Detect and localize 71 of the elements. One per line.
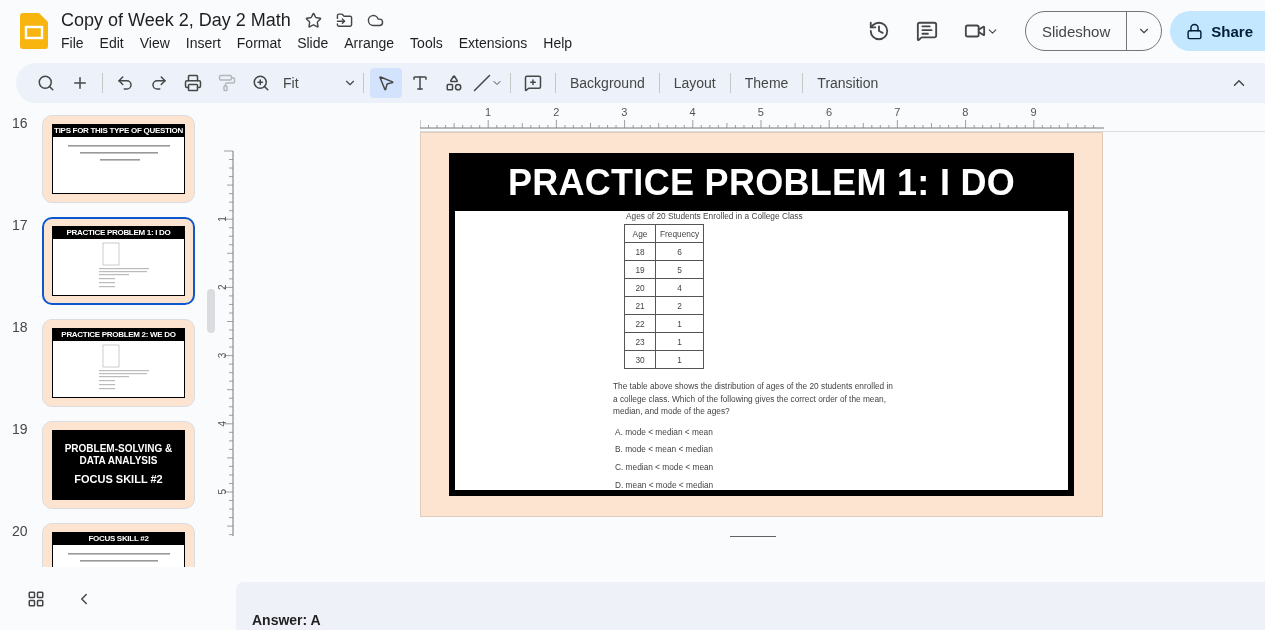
lock-icon (1186, 22, 1204, 40)
menu-item[interactable]: Tools (402, 34, 451, 52)
slide-number: 16 (11, 115, 29, 131)
thumbnail-title: FOCUS SKILL #2 (73, 473, 164, 487)
thumbnail-title: PROBLEM-SOLVING & DATA ANALYSIS (63, 443, 174, 468)
menu-item[interactable]: Slide (289, 34, 337, 52)
history-icon[interactable] (867, 20, 890, 42)
slide-number: 18 (11, 319, 29, 335)
table-caption: Ages of 20 Students Enrolled in a College Class (625, 211, 804, 223)
document-title[interactable]: Copy of Week 2, Day 2 Math (61, 10, 291, 31)
slide-thumbnail[interactable]: PROBLEM-SOLVING & DATA ANALYSIS FOCUS SKILL #2 (42, 421, 195, 509)
table-cell: 23 (624, 332, 656, 351)
table-cell: 18 (624, 242, 656, 261)
table-cell: 20 (624, 278, 656, 297)
table-cell: 6 (655, 242, 704, 261)
table-header: Age (624, 224, 656, 243)
table-cell: 19 (624, 260, 656, 279)
menu-item[interactable]: Arrange (336, 34, 403, 52)
folder-icon[interactable] (335, 12, 353, 29)
slide-number: 17 (11, 217, 29, 233)
table-header: Frequency (655, 224, 704, 243)
thumbnail-title: PRACTICE PROBLEM 2: WE DO (53, 329, 184, 341)
slide-number: 19 (11, 421, 29, 437)
thumbnail-title: TIPS FOR THIS TYPE OF QUESTION (53, 125, 184, 137)
thumbnail-title: PRACTICE PROBLEM 1: I DO (53, 227, 184, 239)
slide-thumbnail[interactable]: FOCUS SKILL #2 (42, 523, 195, 567)
resize-handle[interactable] (730, 536, 776, 537)
menu-item[interactable]: Format (228, 34, 290, 52)
toolbar-button[interactable]: Transition (809, 71, 887, 95)
table-cell: 30 (624, 350, 656, 369)
cloud-icon[interactable] (366, 12, 384, 29)
menu-item[interactable]: Edit (91, 34, 132, 52)
menu-item[interactable]: File (53, 34, 92, 52)
slide-thumbnail[interactable]: PRACTICE PROBLEM 1: I DO (42, 217, 195, 305)
horizontal-ruler: 1 2 3 4 5 6 7 8 9 (420, 103, 1104, 131)
toolbar-button[interactable]: Theme (736, 71, 797, 95)
speaker-notes[interactable]: Answer: A (236, 582, 1265, 630)
toolbar-button[interactable]: Background (562, 71, 653, 95)
table-cell: 21 (624, 296, 656, 315)
menu-item[interactable]: Help (535, 34, 581, 52)
star-icon[interactable] (304, 12, 322, 29)
slide-thumbnail[interactable]: PRACTICE PROBLEM 2: WE DO (42, 319, 195, 407)
slide-thumbnail[interactable]: TIPS FOR THIS TYPE OF QUESTION (42, 115, 195, 203)
answer-choice: B. mode < mean < median (614, 444, 714, 455)
answer-choice: A. mode < median < mean (614, 426, 714, 437)
question-text: The table above shows the distribution of ages of the 20 students enrolled in a college class. Which of the following gives the correct order of the mean, median, and mode of the ages? (612, 380, 893, 418)
slide-number: 20 (11, 523, 29, 539)
slide-canvas[interactable] (420, 132, 1103, 517)
table-cell: 2 (655, 296, 704, 315)
menu-item[interactable]: View (131, 34, 178, 52)
slide-title: PRACTICE PROBLEM 1: I DO (506, 161, 1017, 205)
table-cell: 4 (655, 278, 704, 297)
answer-choice: D. mean < mode < median (614, 479, 715, 490)
thumbnail-title: FOCUS SKILL #2 (53, 533, 184, 545)
toolbar-button[interactable]: Layout (665, 71, 724, 95)
scrollbar[interactable] (207, 289, 215, 333)
notes-text: Answer: A (252, 612, 321, 630)
vertical-ruler: 1 2 3 4 5 (214, 131, 236, 551)
share-button[interactable]: Share (1170, 11, 1265, 51)
table-cell: 1 (655, 332, 704, 351)
menu-item[interactable]: Insert (177, 34, 229, 52)
cursor-icon[interactable] (370, 68, 402, 98)
grid-view-icon[interactable] (27, 589, 45, 608)
table-cell: 1 (655, 314, 704, 333)
table-cell: 22 (624, 314, 656, 333)
answer-choice: C. median < mode < mean (614, 462, 715, 473)
table-cell: 5 (655, 260, 704, 279)
comment-icon[interactable] (915, 20, 938, 42)
table-cell: 1 (655, 350, 704, 369)
zoom-select[interactable]: Fit (279, 75, 357, 91)
menu-item[interactable]: Extensions (450, 34, 536, 52)
